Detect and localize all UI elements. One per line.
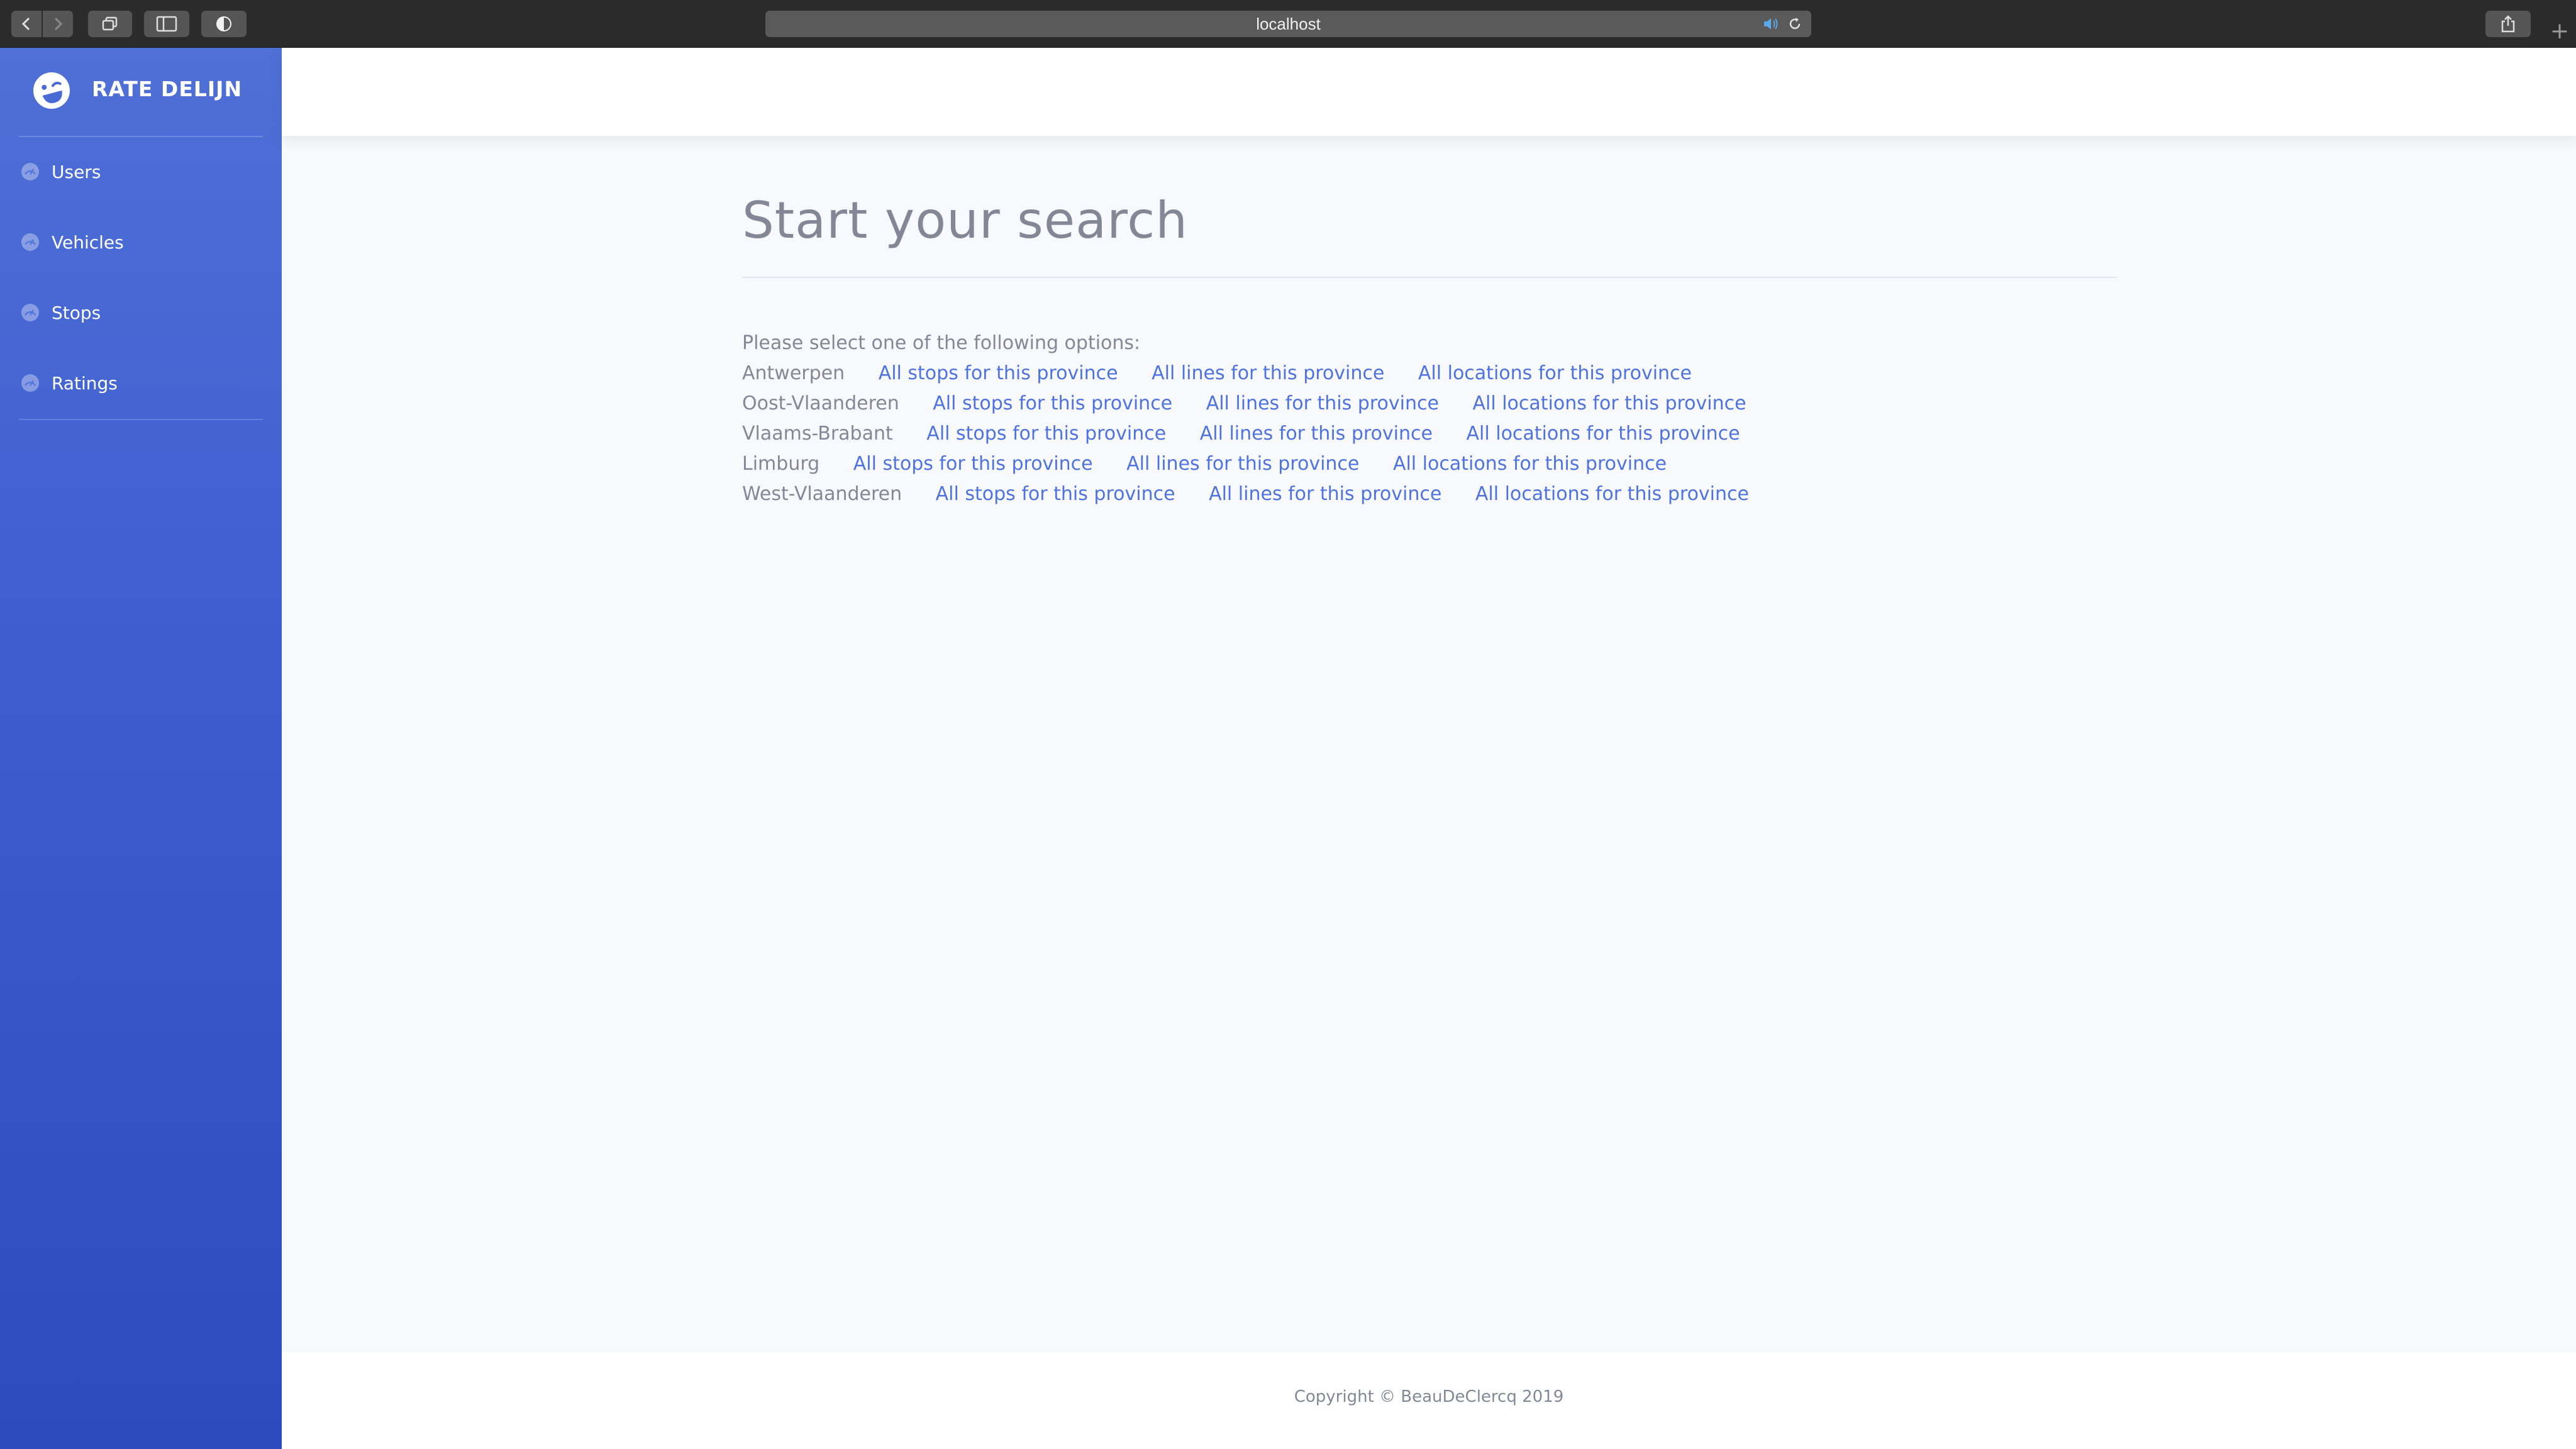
province-row: Vlaams-Brabant All stops for this provin… [742,419,1777,449]
topbar [282,48,2576,136]
tab-overview-button[interactable] [88,11,132,37]
dashboard-gauge-icon [21,163,39,180]
page-title: Start your search [742,191,1188,250]
new-tab-button[interactable]: + [2547,19,2572,44]
locations-link[interactable]: All locations for this province [1418,358,1692,389]
laugh-wink-logo-icon [33,72,70,109]
search-options: Please select one of the following optio… [742,328,1777,509]
lines-link[interactable]: All lines for this province [1206,389,1439,419]
stops-link[interactable]: All stops for this province [879,358,1118,389]
copyright-text: Copyright © BeauDeClercq 2019 [1294,1387,1564,1406]
dashboard-gauge-icon [21,374,39,392]
province-name: Limburg [742,453,820,475]
chevron-right-icon [54,17,63,31]
chevron-left-icon [21,17,30,31]
sidebar-item-ratings[interactable]: Ratings [0,361,282,405]
locations-link[interactable]: All locations for this province [1472,389,1746,419]
sidebar-item-users[interactable]: Users [0,150,282,194]
forward-button[interactable] [43,11,73,37]
sidebar-icon [156,16,177,32]
reload-icon[interactable] [1787,16,1802,31]
sidebar: RATE DELIJN Users Vehicles Stops Ratings [0,48,282,1449]
shield-icon [216,16,231,31]
stops-link[interactable]: All stops for this province [853,449,1093,479]
province-row: Limburg All stops for this province All … [742,449,1777,479]
province-name: Antwerpen [742,362,845,384]
province-name: Oost-Vlaanderen [742,392,899,414]
sidebar-divider [19,136,263,137]
privacy-extension-button[interactable] [201,11,247,37]
lines-link[interactable]: All lines for this province [1126,449,1359,479]
lines-link[interactable]: All lines for this province [1209,479,1441,509]
lines-link[interactable]: All lines for this province [1200,419,1433,449]
sidebar-item-label: Ratings [52,372,118,394]
tabs-icon [102,16,118,31]
province-row: Oost-Vlaanderen All stops for this provi… [742,389,1777,419]
lines-link[interactable]: All lines for this province [1152,358,1384,389]
plus-icon: + [2550,18,2570,44]
sidebar-divider [19,419,263,420]
title-divider [742,277,2117,278]
sidebar-item-label: Stops [52,302,101,323]
sidebar-item-vehicles[interactable]: Vehicles [0,220,282,264]
dashboard-gauge-icon [21,304,39,321]
brand-link[interactable]: RATE DELIJN [0,48,282,136]
province-name: Vlaams-Brabant [742,423,893,445]
province-row: Antwerpen All stops for this province Al… [742,358,1777,389]
brand-name: RATE DELIJN [92,77,243,101]
stops-link[interactable]: All stops for this province [933,389,1172,419]
options-intro: Please select one of the following optio… [742,332,1141,354]
share-icon [2501,15,2515,33]
stops-link[interactable]: All stops for this province [926,419,1166,449]
sidebar-item-label: Vehicles [52,231,124,253]
browser-toolbar: localhost + [0,0,2576,48]
province-name: West-Vlaanderen [742,483,902,505]
dashboard-gauge-icon [21,233,39,251]
sidebar-item-stops[interactable]: Stops [0,291,282,335]
speaker-icon[interactable] [1762,16,1781,31]
back-button[interactable] [11,11,42,37]
address-text: localhost [1256,14,1321,33]
sidebar-item-label: Users [52,161,101,182]
share-button[interactable] [2485,11,2531,37]
footer: Copyright © BeauDeClercq 2019 [282,1352,2576,1449]
province-row: West-Vlaanderen All stops for this provi… [742,479,1777,509]
stops-link[interactable]: All stops for this province [936,479,1175,509]
locations-link[interactable]: All locations for this province [1393,449,1667,479]
address-bar[interactable]: localhost [765,11,1811,37]
sidebar-toggle-button[interactable] [144,11,189,37]
locations-link[interactable]: All locations for this province [1475,479,1749,509]
locations-link[interactable]: All locations for this province [1467,419,1740,449]
